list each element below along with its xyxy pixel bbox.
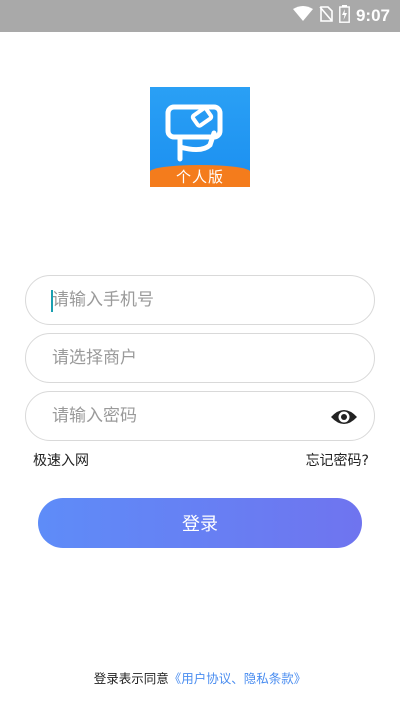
status-icons: 9:07	[292, 0, 390, 32]
phone-field[interactable]	[25, 275, 375, 325]
status-time: 9:07	[355, 6, 390, 25]
auxiliary-links: 极速入网 忘记密码?	[33, 450, 369, 470]
battery-icon	[339, 5, 350, 27]
forgot-password-link[interactable]: 忘记密码?	[306, 450, 369, 470]
merchant-select[interactable]	[52, 348, 312, 368]
agreement-text: 登录表示同意《用户协议、隐私条款》	[0, 668, 400, 687]
app-logo: 个人版	[150, 87, 250, 187]
agreement-link[interactable]: 《用户协议、隐私条款》	[169, 671, 307, 686]
quick-join-link[interactable]: 极速入网	[33, 450, 89, 470]
text-cursor	[51, 290, 53, 312]
logo-edition-label: 个人版	[150, 165, 250, 187]
hand-card-icon	[165, 104, 223, 162]
agreement-prefix: 登录表示同意	[93, 671, 169, 686]
wifi-icon	[292, 6, 313, 26]
password-field[interactable]	[25, 391, 375, 441]
no-sim-icon	[319, 6, 333, 26]
phone-input[interactable]	[52, 290, 312, 310]
login-button[interactable]: 登录	[38, 498, 362, 548]
show-password-icon[interactable]	[330, 407, 358, 431]
merchant-field[interactable]	[25, 333, 375, 383]
password-input[interactable]	[52, 406, 312, 426]
status-bar: 9:07	[0, 0, 400, 32]
